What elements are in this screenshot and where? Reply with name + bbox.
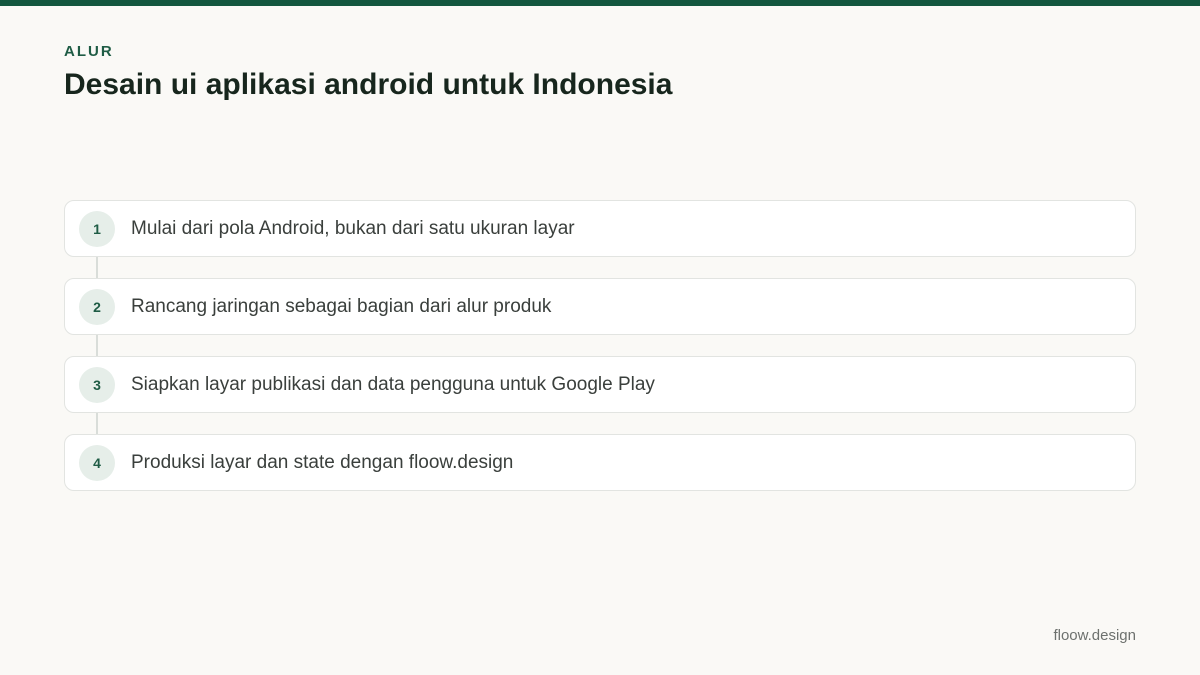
step-item-4: 4 Produksi layar dan state dengan floow.… [64, 434, 1136, 491]
step-text: Produksi layar dan state dengan floow.de… [131, 452, 514, 473]
step-text: Siapkan layar publikasi dan data penggun… [131, 374, 655, 395]
accent-bar [0, 0, 1200, 6]
step-text: Rancang jaringan sebagai bagian dari alu… [131, 296, 552, 317]
step-list: 1 Mulai dari pola Android, bukan dari sa… [64, 200, 1136, 491]
slide: ALUR Desain ui aplikasi android untuk In… [0, 0, 1200, 675]
step-connector [96, 413, 98, 435]
page-title: Desain ui aplikasi android untuk Indones… [64, 68, 673, 101]
section-label: ALUR [64, 43, 114, 60]
step-number-badge: 2 [79, 289, 115, 325]
step-number-badge: 4 [79, 445, 115, 481]
step-number-badge: 3 [79, 367, 115, 403]
step-connector [96, 257, 98, 279]
step-item-1: 1 Mulai dari pola Android, bukan dari sa… [64, 200, 1136, 279]
step-item-2: 2 Rancang jaringan sebagai bagian dari a… [64, 278, 1136, 357]
step-connector [96, 335, 98, 357]
step-text: Mulai dari pola Android, bukan dari satu… [131, 218, 575, 239]
footer-brand: floow.design [1053, 627, 1136, 644]
step-number-badge: 1 [79, 211, 115, 247]
step-item-3: 3 Siapkan layar publikasi dan data pengg… [64, 356, 1136, 435]
